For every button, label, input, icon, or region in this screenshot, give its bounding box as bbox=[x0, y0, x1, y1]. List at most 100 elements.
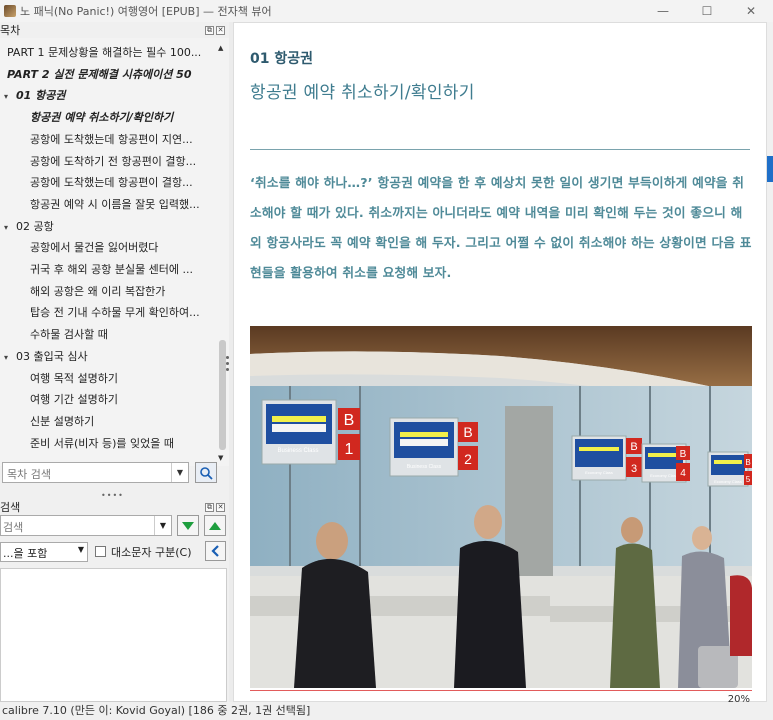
toc-item[interactable]: ›PART 1 문제상황을 해결하는 필수 100... bbox=[0, 44, 201, 60]
toc-item-label: 준비 서류(비자 등)를 잊었을 때 bbox=[30, 436, 175, 450]
chevron-down-icon[interactable]: ▾ bbox=[4, 223, 16, 232]
toc-item-label: 해외 공항은 왜 이리 복잡한가 bbox=[30, 284, 166, 298]
status-bar: calibre 7.10 (만든 이: Kovid Goyal) [186 중 … bbox=[0, 702, 773, 720]
toc-item[interactable]: ▾ 03 출입국 심사 bbox=[4, 348, 88, 364]
photo-illustration: Business Class B 1 Business Class B 2 Ec… bbox=[250, 326, 752, 688]
toc-item[interactable]: 여행 기간 설명하기 bbox=[30, 391, 118, 407]
scroll-down-icon[interactable]: ▼ bbox=[218, 454, 223, 462]
search-header-label: 검색 bbox=[0, 501, 21, 514]
toc-item-label: 수하물 검사할 때 bbox=[30, 328, 108, 342]
chevron-down-icon[interactable]: ▾ bbox=[4, 353, 16, 362]
toc-search-button[interactable] bbox=[195, 462, 217, 483]
chevron-left-icon bbox=[210, 545, 219, 557]
toc-item[interactable]: 여행 목적 설명하기 bbox=[30, 370, 118, 386]
toc-item-label: 공항에 도착했는데 항공편이 결항... bbox=[30, 176, 193, 190]
float-search-panel-icon[interactable]: ⧉ bbox=[205, 502, 214, 512]
chapter-title: 항공권 예약 취소하기/확인하기 bbox=[250, 83, 475, 103]
toc-item-label: PART 2 실전 문제해결 시츄에이션 50 bbox=[7, 67, 192, 81]
return-button[interactable] bbox=[205, 541, 226, 561]
toc-item[interactable]: 공항에 도착했는데 항공편이 결항... bbox=[30, 174, 193, 190]
sign-number-2: 2 bbox=[464, 451, 472, 467]
maximize-button[interactable]: ☐ bbox=[685, 0, 729, 22]
toc-scrollbar[interactable]: ▲ ▼ bbox=[217, 42, 227, 462]
sign-label-2: Business Class bbox=[407, 464, 442, 470]
toc-item-label: 여행 목적 설명하기 bbox=[30, 371, 118, 385]
chevron-down-icon[interactable]: ▾ bbox=[4, 92, 16, 101]
toc-item[interactable]: 공항에 도착했는데 항공편이 지연... bbox=[30, 131, 193, 147]
toc-item-label: 공항에 도착하기 전 항공편이 결항... bbox=[30, 154, 197, 168]
toc-item[interactable]: 수하물 검사할 때 bbox=[30, 326, 108, 342]
intro-paragraph: ‘취소를 해야 하나…?’ 항공권 예약을 한 후 예상치 못한 일이 생기면 … bbox=[250, 175, 752, 280]
sign-label-5: Economy Class bbox=[714, 479, 742, 484]
sign-letter-5: B bbox=[745, 458, 750, 467]
search-results-list[interactable] bbox=[0, 568, 227, 702]
toc-item[interactable]: 항공권 예약 시 이름을 잘못 입력했... bbox=[30, 196, 200, 212]
toc-item-label: 여행 기간 설명하기 bbox=[30, 393, 118, 407]
toc-item-label: 항공권 예약 시 이름을 잘못 입력했... bbox=[30, 197, 200, 211]
toc-item[interactable]: 항공권 예약 취소하기/확인하기 bbox=[30, 109, 173, 125]
case-sensitive-checkbox[interactable] bbox=[95, 546, 106, 557]
toc-item[interactable]: 공항에서 물건을 잃어버렸다 bbox=[30, 239, 158, 255]
toc-item[interactable]: 귀국 후 해외 공항 분실물 센터에 ... bbox=[30, 261, 193, 277]
calibre-app-icon bbox=[4, 5, 16, 17]
toc-tree: ▲ ▼ ›PART 1 문제상황을 해결하는 필수 100...▾PART 2 … bbox=[0, 38, 229, 466]
toc-item-label: 공항에 도착했는데 항공편이 지연... bbox=[30, 132, 193, 146]
toc-search-input[interactable]: 목차 검색 bbox=[2, 462, 189, 483]
search-input[interactable]: 검색 bbox=[0, 515, 172, 536]
scroll-up-icon[interactable]: ▲ bbox=[218, 44, 223, 52]
close-panel-icon[interactable]: ✕ bbox=[216, 25, 225, 35]
toc-item[interactable]: ▾ 02 공항 bbox=[4, 218, 54, 234]
toc-item-label: 탑승 전 기내 수하물 무게 확인하여... bbox=[30, 306, 200, 320]
toc-item-label: 03 출입국 심사 bbox=[16, 349, 88, 363]
chapter-number: 01 항공권 bbox=[250, 51, 313, 67]
airport-counter-photo: Business Class B 1 Business Class B 2 Ec… bbox=[250, 326, 752, 688]
scroll-thumb[interactable] bbox=[219, 340, 226, 450]
previous-result-button[interactable] bbox=[204, 515, 226, 536]
close-search-panel-icon[interactable]: ✕ bbox=[216, 502, 225, 512]
toc-item[interactable]: 공항에 도착하기 전 항공편이 결항... bbox=[30, 153, 196, 169]
toc-item[interactable]: 해외 공항은 왜 이리 복잡한가 bbox=[30, 283, 165, 299]
splitter-handle-icon[interactable] bbox=[226, 356, 229, 371]
left-dock: 목차 ⧉ ✕ ▲ ▼ ›PART 1 문제상황을 해결하는 필수 100... ▾… bbox=[0, 22, 229, 702]
title-bar: 노 패닉(No Panic!) 여행영어 [EPUB] — 전자책 뷰어 — ☐… bbox=[0, 0, 773, 22]
toc-item-label: 01 항공권 bbox=[16, 89, 66, 103]
minimize-button[interactable]: — bbox=[641, 0, 685, 22]
chevron-down-icon: ▼ bbox=[77, 545, 84, 554]
toc-item-label: 공항에서 물건을 잃어버렸다 bbox=[30, 241, 159, 255]
toc-item[interactable]: 탑승 전 기내 수하물 무게 확인하여... bbox=[30, 304, 200, 320]
search-panel-header: 검색 ⧉ ✕ bbox=[0, 499, 229, 515]
right-edge bbox=[767, 22, 773, 702]
toc-item[interactable]: ▾PART 2 실전 문제해결 시츄에이션 50 bbox=[0, 66, 191, 82]
arrow-up-icon bbox=[209, 521, 221, 530]
case-sensitive-label: 대소문자 구분(C) bbox=[111, 546, 192, 559]
toc-item-label: 항공권 예약 취소하기/확인하기 bbox=[30, 111, 174, 125]
search-dropdown-icon[interactable]: ▼ bbox=[154, 516, 171, 535]
window-controls: — ☐ ✕ bbox=[641, 0, 773, 22]
toc-panel-header: 목차 ⧉ ✕ bbox=[0, 22, 229, 38]
toc-item[interactable]: ▾ 01 항공권 bbox=[4, 87, 66, 103]
close-button[interactable]: ✕ bbox=[729, 0, 773, 22]
sign-letter-3: B bbox=[630, 441, 637, 453]
chevron-right-icon[interactable]: › bbox=[0, 49, 7, 58]
sign-number-3: 3 bbox=[631, 463, 637, 475]
reading-progress-bar bbox=[250, 690, 752, 691]
sign-letter-4: B bbox=[680, 449, 687, 460]
arrow-down-icon bbox=[182, 521, 194, 530]
toc-search-dropdown-icon[interactable]: ▼ bbox=[171, 463, 188, 482]
float-panel-icon[interactable]: ⧉ bbox=[205, 25, 214, 35]
book-page: 01 항공권 항공권 예약 취소하기/확인하기 ‘취소를 해야 하나…?’ 항공… bbox=[233, 22, 767, 705]
sign-label-4: Economy Class bbox=[650, 473, 678, 478]
title-divider bbox=[250, 149, 750, 150]
sign-letter-1: B bbox=[344, 412, 355, 429]
toc-item[interactable]: 신분 설명하기 bbox=[30, 413, 94, 429]
toc-item-label: 신분 설명하기 bbox=[30, 414, 95, 428]
sign-letter-2: B bbox=[463, 424, 472, 440]
sign-number-5: 5 bbox=[746, 475, 751, 484]
search-mode-select[interactable]: ...을 포함 ▼ bbox=[0, 542, 88, 562]
sign-number-1: 1 bbox=[345, 441, 354, 458]
next-result-button[interactable] bbox=[177, 515, 199, 536]
sign-label-1: Business Class bbox=[277, 448, 318, 454]
toc-item[interactable]: 준비 서류(비자 등)를 잊었을 때 bbox=[30, 435, 174, 451]
window-title: 노 패닉(No Panic!) 여행영어 [EPUB] — 전자책 뷰어 bbox=[20, 5, 272, 18]
chevron-down-icon[interactable]: ▾ bbox=[0, 71, 7, 80]
